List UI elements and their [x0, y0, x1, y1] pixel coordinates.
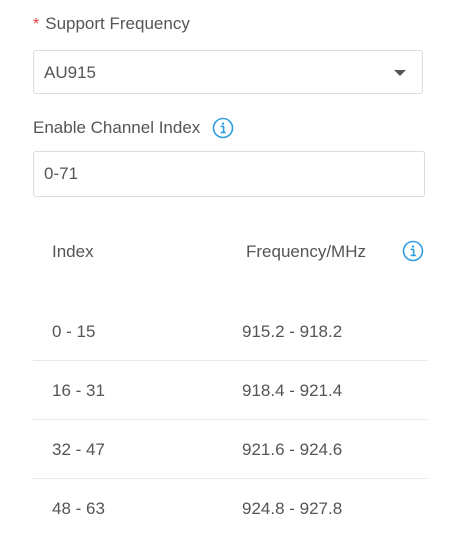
table-row: 0 - 15 915.2 - 918.2 [33, 302, 427, 361]
channel-index-label-text: Enable Channel Index [33, 118, 201, 137]
column-header-frequency: Frequency/MHz [246, 242, 366, 261]
support-frequency-label-text: Support Frequency [45, 14, 190, 33]
support-frequency-label: * Support Frequency [33, 14, 190, 34]
required-mark: * [33, 16, 40, 33]
row-frequency-cell: 921.6 - 924.6 [242, 440, 343, 459]
row-index-cell: 32 - 47 [52, 440, 105, 459]
table-row: 16 - 31 918.4 - 921.4 [33, 361, 427, 420]
row-frequency-cell: 915.2 - 918.2 [242, 322, 343, 341]
frequency-table-header: Index Frequency/MHz [33, 226, 425, 276]
row-index-cell: 48 - 63 [52, 499, 105, 518]
table-row: 32 - 47 921.6 - 924.6 [33, 420, 427, 479]
table-row: 48 - 63 924.8 - 927.8 [33, 479, 427, 538]
lorawan-frequency-settings: * Support Frequency AU915 Enable Channel … [0, 0, 455, 550]
support-frequency-selected-value: AU915 [44, 63, 96, 82]
info-icon[interactable] [402, 240, 424, 262]
row-frequency-cell: 924.8 - 927.8 [242, 499, 343, 518]
row-index-cell: 0 - 15 [52, 322, 96, 341]
info-icon[interactable] [212, 117, 234, 139]
channel-index-input[interactable] [33, 151, 425, 197]
row-index-cell: 16 - 31 [52, 381, 105, 400]
column-header-index: Index [52, 242, 94, 261]
row-frequency-cell: 918.4 - 921.4 [242, 381, 343, 400]
support-frequency-select[interactable]: AU915 [33, 50, 423, 94]
frequency-table-body: 0 - 15 915.2 - 918.2 16 - 31 918.4 - 921… [33, 302, 427, 538]
channel-index-label: Enable Channel Index [33, 117, 234, 139]
caret-down-icon [394, 70, 406, 76]
